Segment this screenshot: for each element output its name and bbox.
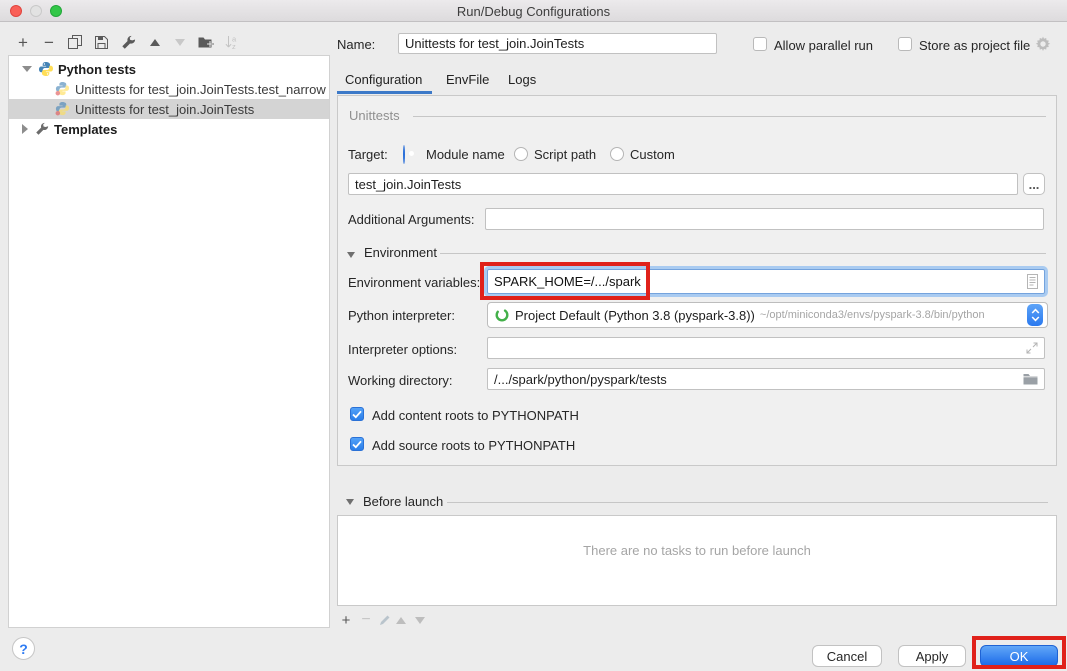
annotation-box-env-vars (480, 262, 650, 300)
before-launch-task-list[interactable]: There are no tasks to run before launch (337, 515, 1057, 606)
tree-item-unittests-jointests[interactable]: Unittests for test_join.JoinTests (9, 99, 329, 119)
group-divider (413, 116, 1046, 117)
radio-module-name-label: Module name (426, 147, 505, 162)
help-button[interactable]: ? (12, 637, 35, 660)
tree-item-label: Unittests for test_join.JoinTests.test_n… (75, 82, 326, 97)
tree-item-label: Python tests (58, 62, 136, 77)
radio-custom[interactable] (610, 147, 624, 161)
expand-icon[interactable] (22, 124, 28, 134)
before-launch-move-up-icon (393, 612, 409, 628)
move-up-icon[interactable] (146, 33, 164, 51)
additional-arguments-label: Additional Arguments: (348, 212, 474, 227)
environment-divider (440, 253, 1046, 254)
radio-custom-label: Custom (630, 147, 675, 162)
remove-icon[interactable]: − (40, 33, 58, 51)
tab-envfile[interactable]: EnvFile (446, 72, 489, 87)
browse-button[interactable]: ... (1023, 173, 1045, 195)
before-launch-edit-icon (377, 612, 393, 628)
tree-item-label: Templates (54, 122, 117, 137)
move-down-icon (171, 33, 189, 51)
folder-icon[interactable] (1023, 373, 1038, 385)
configuration-panel: Unittests Target: Module name Script pat… (337, 95, 1057, 466)
new-folder-icon[interactable] (197, 33, 215, 51)
annotation-box-ok (972, 636, 1066, 669)
python-interpreter-label: Python interpreter: (348, 308, 455, 323)
python-test-icon (55, 81, 71, 97)
python-interpreter-select[interactable]: Project Default (Python 3.8 (pyspark-3.8… (487, 302, 1048, 328)
environment-collapse-icon[interactable] (347, 252, 355, 258)
additional-arguments-input[interactable] (485, 208, 1044, 230)
before-launch-add-icon[interactable]: + (338, 612, 354, 628)
window-title: Run/Debug Configurations (0, 4, 1067, 19)
before-launch-section-title[interactable]: Before launch (363, 494, 443, 509)
unittests-group-label: Unittests (349, 108, 400, 123)
tab-logs[interactable]: Logs (508, 72, 536, 87)
edit-templates-icon[interactable] (119, 33, 137, 51)
before-launch-collapse-icon[interactable] (346, 499, 354, 505)
name-label: Name: (337, 37, 375, 52)
name-input[interactable]: Unittests for test_join.JoinTests (398, 33, 717, 54)
expand-field-icon[interactable] (1026, 342, 1038, 354)
add-source-roots-label: Add source roots to PYTHONPATH (372, 438, 575, 453)
wrench-icon (34, 121, 50, 137)
target-module-value: test_join.JoinTests (355, 177, 461, 192)
add-icon[interactable]: + (14, 33, 32, 51)
apply-button[interactable]: Apply (898, 645, 966, 667)
python-interpreter-value: Project Default (Python 3.8 (pyspark-3.8… (515, 308, 755, 323)
collapse-icon[interactable] (22, 66, 32, 72)
cancel-button[interactable]: Cancel (812, 645, 882, 667)
working-directory-value: /.../spark/python/pyspark/tests (494, 372, 667, 387)
radio-script-path-label: Script path (534, 147, 596, 162)
target-module-input[interactable]: test_join.JoinTests (348, 173, 1018, 195)
before-launch-move-down-icon (412, 612, 428, 628)
target-label: Target: (348, 147, 388, 162)
add-content-roots-checkbox[interactable] (350, 407, 364, 421)
tree-item-python-tests[interactable]: Python tests (9, 59, 329, 79)
allow-parallel-run-label: Allow parallel run (774, 38, 873, 53)
python-icon (38, 61, 54, 77)
environment-variables-label: Environment variables: (348, 275, 480, 290)
tab-configuration[interactable]: Configuration (345, 72, 422, 87)
interpreter-options-input[interactable] (487, 337, 1045, 359)
environment-section-title[interactable]: Environment (364, 245, 437, 260)
store-as-project-file-label: Store as project file (919, 38, 1030, 53)
tree-item-templates[interactable]: Templates (9, 119, 329, 139)
before-launch-divider (447, 502, 1048, 503)
tree-item-label: Unittests for test_join.JoinTests (75, 102, 254, 117)
tree-item-unittests-narrow[interactable]: Unittests for test_join.JoinTests.test_n… (9, 79, 329, 99)
allow-parallel-run-checkbox[interactable] (753, 37, 767, 51)
svg-text:z: z (232, 42, 236, 50)
interpreter-options-label: Interpreter options: (348, 342, 457, 357)
add-source-roots-checkbox[interactable] (350, 437, 364, 451)
working-directory-input[interactable]: /.../spark/python/pyspark/tests (487, 368, 1045, 390)
radio-module-name[interactable] (403, 145, 405, 164)
combo-stepper-icon[interactable] (1027, 304, 1043, 326)
before-launch-empty-message: There are no tasks to run before launch (338, 543, 1056, 558)
env-vars-list-icon[interactable] (1027, 274, 1038, 289)
copy-icon[interactable] (66, 33, 84, 51)
before-launch-remove-icon: − (358, 612, 374, 628)
python-interpreter-path: ~/opt/miniconda3/envs/pyspark-3.8/bin/py… (760, 309, 985, 321)
add-content-roots-label: Add content roots to PYTHONPATH (372, 408, 579, 423)
active-tab-indicator (337, 91, 432, 94)
sort-icon: az (223, 33, 241, 51)
save-icon[interactable] (92, 33, 110, 51)
run-configurations-tree: Python tests Unittests for test_join.Joi… (8, 55, 330, 628)
working-directory-label: Working directory: (348, 373, 453, 388)
name-value: Unittests for test_join.JoinTests (405, 36, 584, 51)
gear-icon[interactable] (1035, 36, 1051, 57)
conda-env-icon (495, 308, 509, 322)
store-as-project-file-checkbox[interactable] (898, 37, 912, 51)
radio-script-path[interactable] (514, 147, 528, 161)
python-test-icon (55, 101, 71, 117)
